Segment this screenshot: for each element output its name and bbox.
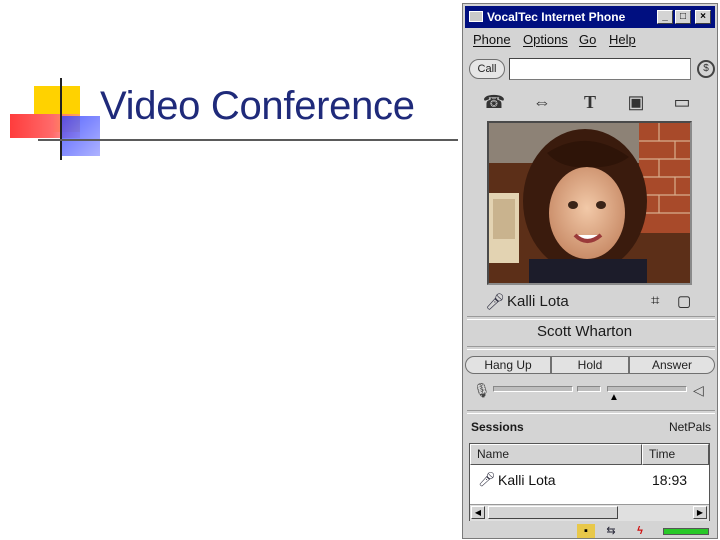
horizontal-scrollbar[interactable]: ◀ ▶ (470, 504, 709, 521)
menu-go[interactable]: Go (579, 32, 596, 47)
minimize-button[interactable]: _ (657, 10, 673, 24)
user-icon: 🎤︎ (478, 471, 496, 487)
scroll-right-button[interactable]: ▶ (693, 506, 707, 519)
title-bar[interactable]: VocalTec Internet Phone _ □ × (465, 6, 715, 28)
title-underline (38, 139, 458, 141)
status-bar: ▪ ⇆ ϟ (465, 524, 715, 538)
table-row[interactable]: 🎤︎ Kalli Lota 18:93 (470, 467, 709, 495)
column-header-name[interactable]: Name (470, 444, 642, 465)
level-separator-track (577, 386, 601, 392)
globe-icon[interactable]: $ (697, 60, 715, 78)
column-header-time[interactable]: Time (642, 444, 709, 465)
phone-icon[interactable]: ☎ (481, 90, 507, 114)
separator (467, 316, 715, 320)
sessions-heading: Sessions (471, 420, 524, 434)
scroll-thumb[interactable] (488, 506, 618, 519)
decoration-vertical-line (60, 78, 62, 160)
local-user-line: 🎤︎ Kalli Lota ⌗ ▢ (467, 292, 715, 314)
session-time: 18:93 (652, 472, 688, 488)
slide-title: Video Conference (100, 84, 415, 128)
speaker-volume-track[interactable] (607, 386, 687, 392)
separator (467, 410, 715, 414)
scroll-left-button[interactable]: ◀ (471, 506, 485, 519)
video-display (487, 121, 692, 285)
slide-decoration (0, 0, 110, 170)
video-frame-image (489, 123, 690, 283)
transfer-icon[interactable]: ⇔ (529, 90, 555, 114)
microphone-icon: 🎤︎ (485, 294, 506, 311)
folder-icon[interactable]: ▭ (669, 90, 695, 114)
tv-icon[interactable]: ▢ (677, 292, 691, 310)
session-name: Kalli Lota (498, 472, 556, 488)
menu-phone[interactable]: Phone (473, 32, 511, 47)
speaker-icon: ◁ (693, 382, 704, 398)
decoration-blue-square (60, 116, 100, 156)
local-user-name: Kalli Lota (507, 293, 569, 310)
connection-icon: ⇆ (606, 525, 616, 537)
signal-meter (663, 528, 709, 535)
text-chat-icon[interactable]: T (577, 90, 603, 114)
sessions-table: Name Time 🎤︎ Kalli Lota 18:93 ◀ ▶ (469, 443, 710, 521)
phone-window: VocalTec Internet Phone _ □ × Phone Opti… (462, 3, 718, 539)
lightning-icon: ϟ (637, 525, 643, 537)
answer-button[interactable]: Answer (629, 356, 715, 374)
call-button[interactable]: Call (469, 59, 505, 79)
hang-up-button[interactable]: Hang Up (465, 356, 551, 374)
menu-help[interactable]: Help (609, 32, 636, 47)
window-title: VocalTec Internet Phone (487, 10, 626, 24)
netpals-tab[interactable]: NetPals (669, 420, 711, 434)
hold-button[interactable]: Hold (551, 356, 629, 374)
microphone-level-track[interactable] (493, 386, 573, 392)
camera-icon[interactable]: ⌗ (651, 292, 659, 309)
volume-slider-thumb[interactable]: ▲ (609, 392, 619, 403)
app-icon (469, 11, 483, 22)
call-controls: Hang Up Hold Answer (465, 356, 715, 374)
toolbar-icons: ☎ ⇔ T ▣ ▭ (477, 90, 707, 116)
close-button[interactable]: × (695, 10, 711, 24)
remote-user-line: Scott Wharton (467, 322, 715, 344)
call-address-input[interactable] (509, 58, 691, 80)
lock-icon: ▪ (577, 524, 595, 538)
separator (467, 346, 715, 350)
microphone-level-icon: 🎙︎ (473, 382, 491, 398)
maximize-button[interactable]: □ (675, 10, 691, 24)
remote-user-name: Scott Wharton (537, 323, 633, 340)
whiteboard-icon[interactable]: ▣ (623, 90, 649, 114)
menu-options[interactable]: Options (523, 32, 568, 47)
call-row: Call $ (467, 57, 715, 83)
